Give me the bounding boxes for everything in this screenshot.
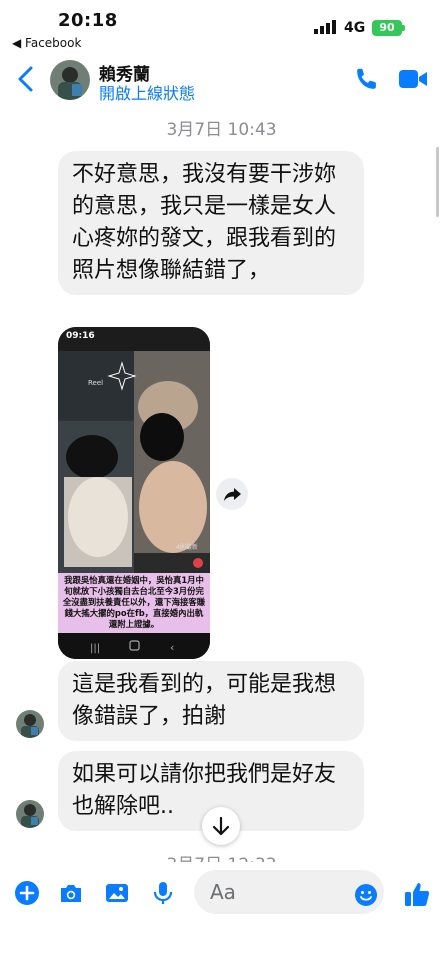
emoji-icon[interactable] xyxy=(354,883,378,907)
shared-image-count: 4則最新 xyxy=(176,544,198,551)
svg-text:|||: ||| xyxy=(90,643,100,654)
chevron-left-icon[interactable] xyxy=(14,64,38,94)
plus-icon[interactable] xyxy=(14,880,40,906)
phone-icon[interactable] xyxy=(354,66,380,92)
shared-image-reel-tag: Reel xyxy=(88,379,104,387)
shared-image-caption: 我跟吳怡真還在婚姻中，吳怡真1月中旬就放下小孩獨自去台北至今3月份完全沒盡到扶養… xyxy=(62,575,206,629)
avatar[interactable] xyxy=(16,800,44,828)
status-time: 20:18 xyxy=(58,10,118,31)
avatar[interactable] xyxy=(16,710,44,738)
message-timestamp: 3月7日 12:33 xyxy=(0,850,443,862)
battery-tip xyxy=(402,25,405,31)
signal-icon xyxy=(314,20,336,34)
microphone-icon[interactable] xyxy=(150,880,176,906)
camera-icon[interactable] xyxy=(58,880,84,906)
scrollbar[interactable] xyxy=(436,147,439,217)
message-timestamp: 3月7日 10:43 xyxy=(166,120,277,140)
message-bubble[interactable]: 這是我看到的，可能是我想像錯誤了，拍謝 xyxy=(58,661,364,741)
gallery-icon[interactable] xyxy=(104,880,130,906)
back-to-facebook-link[interactable]: ◀ Facebook xyxy=(12,36,81,50)
network-type: 4G xyxy=(344,20,366,36)
share-icon xyxy=(224,488,241,501)
avatar[interactable] xyxy=(50,60,90,100)
scroll-to-bottom-button[interactable] xyxy=(202,807,240,845)
message-bubble[interactable]: 不好意思，我沒有要干涉妳的意思，我只是一樣是女人心疼妳的發文，跟我看到的照片想像… xyxy=(58,151,364,295)
battery-indicator: 90 xyxy=(372,20,402,36)
video-camera-icon[interactable] xyxy=(398,66,428,92)
svg-text:‹: ‹ xyxy=(170,641,174,654)
share-button[interactable] xyxy=(216,478,248,510)
message-input-placeholder: Aa xyxy=(210,880,236,904)
activity-status-link[interactable]: 開啟上線狀態 xyxy=(99,80,195,104)
shared-screenshot-image[interactable]: ||| ‹ 09:16 Reel 4則最新 我跟吳怡真還在婚姻中，吳怡真1月中旬… xyxy=(58,327,210,659)
thumbs-up-icon[interactable] xyxy=(403,880,431,908)
shared-image-time: 09:16 xyxy=(66,331,95,341)
arrow-down-icon xyxy=(212,816,230,836)
